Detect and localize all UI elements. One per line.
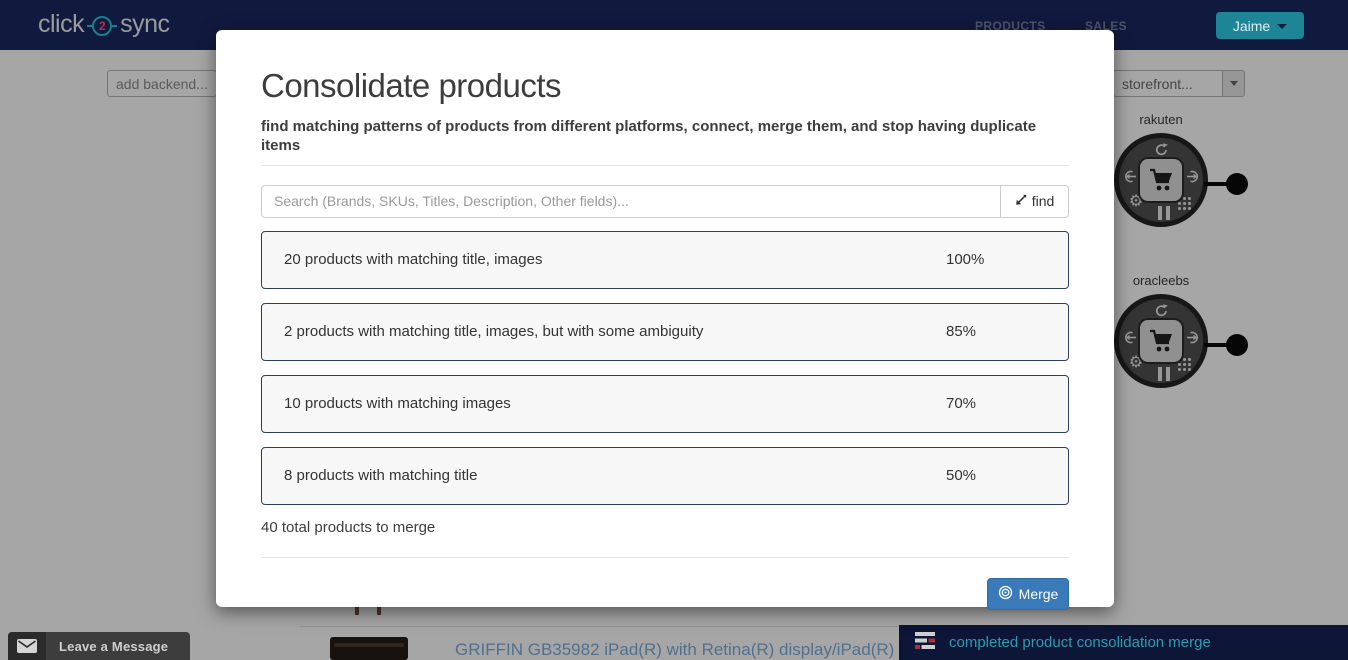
concentric-circles-icon (998, 585, 1013, 603)
merge-label: Merge (1019, 586, 1059, 602)
match-group-row[interactable]: 2 products with matching title, images, … (261, 303, 1069, 361)
caret-down-icon (1277, 24, 1287, 29)
chat-widget[interactable]: Leave a Message (8, 632, 190, 660)
logo-suffix: sync (120, 10, 169, 39)
match-group-row[interactable]: 8 products with matching title 50% (261, 447, 1069, 505)
task-list-icon (915, 632, 935, 654)
chat-label: Leave a Message (59, 639, 168, 654)
group-label: 10 products with matching images (284, 395, 511, 412)
group-label: 8 products with matching title (284, 467, 477, 484)
match-groups: 20 products with matching title, images … (261, 231, 1069, 505)
match-group-row[interactable]: 20 products with matching title, images … (261, 231, 1069, 289)
sync-orb-icon: 2 (92, 16, 112, 36)
find-label: find (1032, 193, 1055, 209)
total-products-label: 40 total products to merge (261, 519, 1069, 536)
group-label: 2 products with matching title, images, … (284, 323, 703, 340)
match-group-row[interactable]: 10 products with matching images 70% (261, 375, 1069, 433)
notification-bar[interactable]: completed product consolidation merge (899, 625, 1348, 660)
consolidate-products-modal: Consolidate products find matching patte… (216, 30, 1114, 607)
group-match-percent: 50% (946, 467, 976, 484)
merge-button[interactable]: Merge (987, 578, 1069, 610)
group-match-percent: 85% (946, 323, 976, 340)
group-match-percent: 100% (946, 251, 984, 268)
app-logo[interactable]: click 2 sync (38, 10, 170, 39)
modal-subtitle: find matching patterns of products from … (261, 117, 1069, 155)
divider (261, 165, 1069, 166)
find-button[interactable]: find (1001, 185, 1069, 218)
user-menu-button[interactable]: Jaime (1216, 12, 1304, 39)
divider (261, 557, 1069, 558)
logo-prefix: click (38, 10, 84, 39)
search-group: find (261, 185, 1069, 218)
user-name: Jaime (1233, 18, 1270, 34)
compress-arrow-icon (1015, 193, 1027, 209)
group-match-percent: 70% (946, 395, 976, 412)
modal-title: Consolidate products (261, 66, 1069, 106)
envelope-icon (8, 632, 46, 660)
modal-footer: Merge (261, 578, 1069, 610)
notification-message: completed product consolidation merge (949, 634, 1211, 651)
group-label: 20 products with matching title, images (284, 251, 542, 268)
search-input[interactable] (261, 185, 1001, 218)
